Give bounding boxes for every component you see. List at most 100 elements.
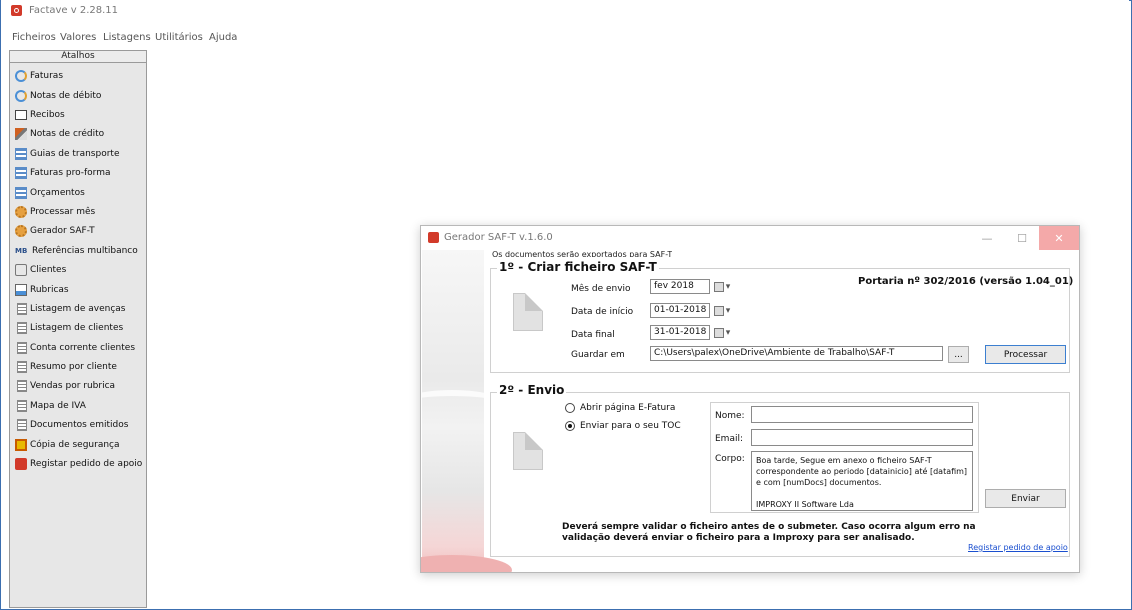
mes-envio-field[interactable]: fev 2018 (650, 279, 710, 294)
dialog-titlebar[interactable]: Gerador SAF-T v.1.6.0 — ☐ ✕ (421, 226, 1079, 250)
gear-icon (15, 225, 27, 237)
sidebar-item-label: Recibos (30, 110, 65, 120)
maximize-button[interactable]: ☐ (1005, 226, 1039, 250)
sidebar-item-registar-pedido-apoio[interactable]: Registar pedido de apoio (15, 456, 142, 472)
validation-warning: Deverá sempre validar o ficheiro antes d… (562, 522, 976, 543)
list-icon (17, 400, 27, 412)
sidebar-item-label: Processar mês (30, 207, 96, 217)
corpo-textarea[interactable]: Boa tarde, Segue em anexo o ficheiro SAF… (751, 451, 973, 511)
sidebar-item-guias-transporte[interactable]: Guias de transporte (15, 146, 119, 162)
enviar-button[interactable]: Enviar (985, 489, 1066, 508)
grid-icon (15, 148, 27, 160)
saft-generator-dialog: Gerador SAF-T v.1.6.0 — ☐ ✕ Os documento… (420, 225, 1080, 573)
pen-icon (15, 128, 27, 140)
app-logo-icon (11, 5, 22, 16)
list-icon (17, 361, 27, 373)
list-icon (17, 322, 27, 334)
sidebar-item-vendas-rubrica[interactable]: Vendas por rubrica (15, 378, 115, 394)
pie-icon (15, 90, 27, 102)
list-icon (17, 342, 27, 354)
calendar-dropdown-icon[interactable]: ▾ (711, 303, 733, 318)
menu-ficheiros[interactable]: Ficheiros (12, 32, 56, 43)
list-icon (17, 380, 27, 392)
sidebar-item-notas-debito[interactable]: Notas de débito (15, 88, 101, 104)
data-final-field[interactable]: 31-01-2018 (650, 325, 710, 340)
app-logo-icon (428, 232, 439, 243)
sidebar-item-recibos[interactable]: Recibos (15, 107, 65, 123)
data-inicio-label: Data de início (571, 307, 634, 317)
sidebar-item-label: Orçamentos (30, 188, 85, 198)
sidebar-item-faturas[interactable]: Faturas (15, 68, 63, 84)
sidebar-item-copia-seguranca[interactable]: Cópia de segurança (15, 437, 120, 453)
dialog-title: Gerador SAF-T v.1.6.0 (444, 232, 553, 243)
sidebar-item-label: Vendas por rubrica (30, 381, 116, 391)
sidebar-item-label: Listagem de avenças (30, 304, 126, 314)
sidebar-item-label: Faturas (30, 71, 64, 81)
chart-icon (15, 284, 27, 296)
email-input[interactable] (751, 429, 973, 446)
radio-enviar-toc-label[interactable]: Enviar para o seu TOC (580, 421, 681, 431)
sidebar-item-label: Notas de débito (30, 91, 102, 101)
calendar-dropdown-icon[interactable]: ▾ (711, 325, 733, 340)
sidebar-item-rubricas[interactable]: Rubricas (15, 282, 69, 298)
close-button[interactable]: ✕ (1039, 226, 1079, 250)
sidebar-item-orcamentos[interactable]: Orçamentos (15, 185, 85, 201)
minimize-button[interactable]: — (969, 226, 1005, 250)
sidebar-item-label: Clientes (30, 265, 67, 275)
sidebar-item-referencias-multibanco[interactable]: MB Referências multibanco (15, 243, 138, 259)
browse-button[interactable]: ... (948, 346, 969, 363)
sidebar-item-label: Conta corrente clientes (30, 343, 136, 353)
sidebar-item-label: Documentos emitidos (30, 420, 129, 430)
menu-ajuda[interactable]: Ajuda (209, 32, 237, 43)
menu-listagens[interactable]: Listagens (103, 32, 151, 43)
radio-abrir-efatura-label[interactable]: Abrir página E-Fatura (580, 403, 675, 413)
menu-valores[interactable]: Valores (60, 32, 96, 43)
guardar-em-field[interactable]: C:\Users\palex\OneDrive\Ambiente de Trab… (650, 346, 943, 361)
app-titlebar: Factave v 2.28.11 (1, 0, 1129, 22)
list-icon (17, 303, 27, 315)
pie-icon (15, 70, 27, 82)
sidebar-item-mapa-iva[interactable]: Mapa de IVA (15, 398, 86, 414)
email-label: Email: (715, 434, 744, 444)
sidebar-item-label: Faturas pro-forma (30, 168, 111, 178)
portaria-label: Portaria nº 302/2016 (versão 1.04_01) (858, 276, 1074, 287)
sidebar-item-listagem-avencas[interactable]: Listagem de avenças (15, 301, 125, 317)
sidebar-item-gerador-saft[interactable]: Gerador SAF-T (15, 223, 95, 239)
sidebar-item-resumo-cliente[interactable]: Resumo por cliente (15, 359, 117, 375)
radio-abrir-efatura[interactable] (565, 403, 575, 413)
calendar-dropdown-icon[interactable]: ▾ (711, 279, 733, 294)
menu-utilitarios[interactable]: Utilitários (155, 32, 203, 43)
data-final-label: Data final (571, 330, 615, 340)
section1-title: 1º - Criar ficheiro SAF-T (497, 260, 659, 274)
sidebar-item-notas-credito[interactable]: Notas de crédito (15, 126, 104, 142)
nome-input[interactable] (751, 406, 973, 423)
list-icon (17, 419, 27, 431)
sidebar-item-label: Gerador SAF-T (30, 226, 95, 236)
grid-icon (15, 187, 27, 199)
exported-note: Os documentos serão exportados para SAF-… (492, 250, 673, 257)
sidebar-item-label: Referências multibanco (32, 246, 138, 256)
gear-icon (15, 206, 27, 218)
sidebar-item-clientes[interactable]: Clientes (15, 262, 66, 278)
receipt-icon (15, 110, 27, 120)
processar-button[interactable]: Processar (985, 345, 1066, 364)
sidebar-item-label: Registar pedido de apoio (30, 459, 143, 469)
data-inicio-field[interactable]: 01-01-2018 (650, 303, 710, 318)
sidebar-item-processar-mes[interactable]: Processar mês (15, 204, 95, 220)
support-request-link[interactable]: Registar pedido de apoio (968, 543, 1068, 552)
section2-title: 2º - Envio (497, 383, 567, 397)
nome-label: Nome: (715, 411, 745, 421)
menubar: Ficheiros Valores Listagens Utilitários … (1, 22, 1129, 43)
sidebar-item-label: Listagem de clientes (30, 323, 124, 333)
support-icon (15, 458, 27, 470)
sidebar-item-conta-corrente[interactable]: Conta corrente clientes (15, 340, 135, 356)
mb-icon: MB (15, 247, 28, 255)
sidebar-item-label: Resumo por cliente (30, 362, 117, 372)
sidebar-item-label: Mapa de IVA (30, 401, 86, 411)
document-download-icon (513, 432, 543, 470)
sidebar-item-listagem-clientes[interactable]: Listagem de clientes (15, 320, 123, 336)
app-title: Factave v 2.28.11 (29, 5, 119, 16)
radio-enviar-toc[interactable] (565, 421, 575, 431)
sidebar-item-documentos-emitidos[interactable]: Documentos emitidos (15, 417, 128, 433)
sidebar-item-faturas-pro-forma[interactable]: Faturas pro-forma (15, 165, 111, 181)
